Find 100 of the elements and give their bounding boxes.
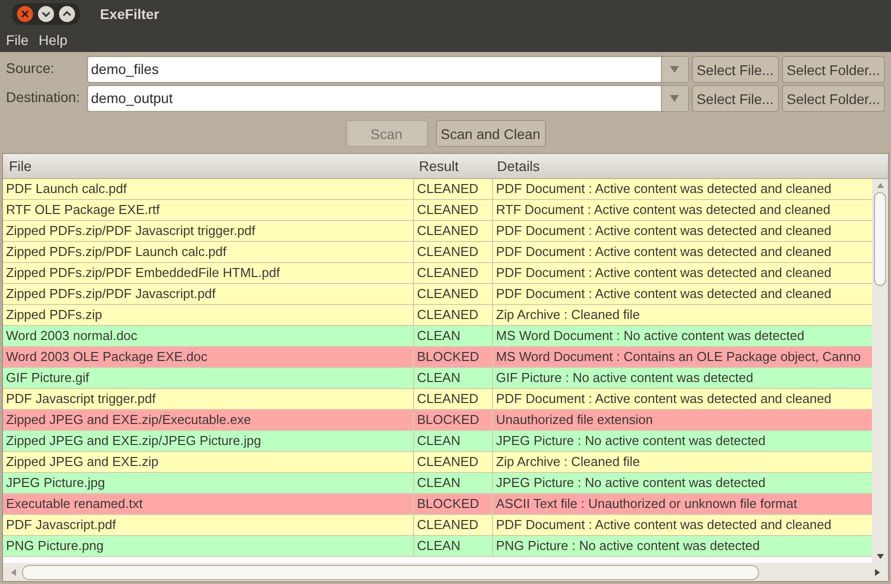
table-cell: Zipped JPEG and EXE.zip/JPEG Picture.jpg bbox=[3, 431, 414, 451]
dropdown-arrow-icon bbox=[670, 95, 680, 102]
table-row[interactable]: JPEG Picture.jpg CLEAN JPEG Picture : No active content was detected bbox=[3, 473, 872, 494]
table-row[interactable]: Zipped PDFs.zip/PDF Launch calc.pdf CLEANED PDF Document : Active content was detected and cleaned bbox=[3, 242, 872, 263]
table-row[interactable]: GIF Picture.gif CLEAN GIF Picture : No active content was detected bbox=[3, 368, 872, 389]
horizontal-scrollbar[interactable] bbox=[3, 563, 888, 581]
menu-item[interactable]: Help bbox=[38, 32, 68, 48]
table-cell-text: JPEG Picture : No active content was detected bbox=[495, 474, 767, 492]
table-cell: CLEAN bbox=[414, 326, 493, 346]
table-cell-text: PDF Document : Active content was detected and cleaned bbox=[495, 264, 832, 282]
table-row[interactable]: Zipped JPEG and EXE.zip CLEANED Zip Archive : Cleaned file bbox=[3, 452, 872, 473]
table-cell: Zipped PDFs.zip/PDF EmbeddedFile HTML.pdf bbox=[3, 263, 414, 283]
table-row[interactable]: Word 2003 OLE Package EXE.doc BLOCKED MS Word Document : Contains an OLE Package object, Canno bbox=[3, 347, 872, 368]
table-cell: Zipped PDFs.zip/PDF Launch calc.pdf bbox=[3, 242, 414, 262]
table-cell-text: Unauthorized file extension bbox=[495, 411, 654, 429]
column-header[interactable]: File bbox=[3, 158, 413, 174]
table-cell-text: PDF Document : Active content was detected and cleaned bbox=[495, 222, 832, 240]
table-cell: Word 2003 OLE Package EXE.doc bbox=[3, 347, 414, 367]
table-cell-text: MS Word Document : Contains an OLE Package object, Canno bbox=[495, 348, 862, 366]
table-row[interactable]: Zipped PDFs.zip/PDF Javascript trigger.pdf CLEANED PDF Document : Active content was detected and cleaned bbox=[3, 221, 872, 242]
table-cell: GIF Picture.gif bbox=[3, 368, 414, 388]
table-cell: Zipped JPEG and EXE.zip bbox=[3, 452, 414, 472]
menu-item[interactable]: File bbox=[6, 32, 29, 48]
table-cell: Zipped PDFs.zip/PDF Javascript trigger.pdf bbox=[3, 221, 414, 241]
table-row[interactable]: Zipped PDFs.zip/PDF EmbeddedFile HTML.pdf CLEANED PDF Document : Active content was detected and cleaned bbox=[3, 263, 872, 284]
minimize-icon[interactable] bbox=[37, 5, 55, 23]
table-cell: PDF Launch calc.pdf bbox=[3, 179, 414, 199]
table-cell: CLEAN bbox=[414, 431, 493, 451]
dropdown-arrow-icon bbox=[670, 66, 680, 73]
table-cell-text: PNG Picture : No active content was detected bbox=[495, 537, 761, 555]
table-cell: PNG Picture.png bbox=[3, 536, 414, 556]
table-cell-text: ASCII Text file : Unauthorized or unknown file format bbox=[495, 495, 798, 513]
table-cell-text: MS Word Document : No active content was detected bbox=[495, 327, 806, 345]
table-cell: CLEANED bbox=[414, 263, 493, 283]
scroll-right-arrow-icon[interactable] bbox=[875, 568, 880, 576]
table-cell: CLEANED bbox=[414, 284, 493, 304]
table-row[interactable]: PDF Javascript.pdf CLEANED PDF Document : Active content was detected and cleaned bbox=[3, 515, 872, 536]
table-cell: BLOCKED bbox=[414, 347, 493, 367]
field-label: Source: bbox=[6, 59, 56, 76]
table-cell: Zipped PDFs.zip bbox=[3, 305, 414, 325]
table-cell-text: PDF Document : Active content was detected and cleaned bbox=[495, 243, 832, 261]
table-cell-text: JPEG Picture : No active content was detected bbox=[495, 432, 767, 450]
table-cell-text: Zip Archive : Cleaned file bbox=[495, 453, 641, 471]
table-row[interactable]: Zipped PDFs.zip CLEANED Zip Archive : Cleaned file bbox=[3, 305, 872, 326]
table-cell: CLEANED bbox=[414, 515, 493, 535]
table-cell-text: Zip Archive : Cleaned file bbox=[495, 306, 641, 324]
action-button[interactable]: Scan and Clean bbox=[436, 120, 546, 147]
vertical-scrollbar[interactable] bbox=[872, 179, 888, 563]
window-title: ExeFilter bbox=[100, 6, 160, 22]
table-row[interactable]: PDF Launch calc.pdf CLEANED PDF Document : Active content was detected and cleaned bbox=[3, 179, 872, 200]
select-button[interactable]: Select File... bbox=[692, 56, 779, 83]
table-cell-text: RTF Document : Active content was detected and cleaned bbox=[495, 201, 832, 219]
table-row[interactable]: Zipped PDFs.zip/PDF Javascript.pdf CLEANED PDF Document : Active content was detected and cleaned bbox=[3, 284, 872, 305]
close-icon[interactable] bbox=[16, 5, 34, 23]
path-combo-box[interactable]: demo_files bbox=[87, 56, 689, 83]
scrollbar-thumb[interactable] bbox=[874, 192, 886, 286]
table-cell: CLEANED bbox=[414, 179, 493, 199]
scroll-down-arrow-icon[interactable] bbox=[876, 554, 884, 559]
table-cell: BLOCKED bbox=[414, 494, 493, 514]
table-row[interactable]: PNG Picture.png CLEAN PNG Picture : No active content was detected bbox=[3, 536, 872, 557]
table-cell: CLEANED bbox=[414, 242, 493, 262]
path-combo-box[interactable]: demo_output bbox=[87, 85, 689, 112]
select-button[interactable]: Select File... bbox=[692, 85, 779, 112]
table-cell: CLEANED bbox=[414, 221, 493, 241]
table-cell: Zipped PDFs.zip/PDF Javascript.pdf bbox=[3, 284, 414, 304]
table-cell: PDF Javascript trigger.pdf bbox=[3, 389, 414, 409]
select-button[interactable]: Select Folder... bbox=[782, 85, 885, 112]
table-cell-text: PDF Document : Active content was detected and cleaned bbox=[495, 180, 832, 198]
column-header[interactable]: Details bbox=[491, 158, 888, 174]
table-cell: CLEANED bbox=[414, 452, 493, 472]
column-header[interactable]: Result bbox=[413, 158, 491, 174]
scroll-left-arrow-icon[interactable] bbox=[11, 568, 16, 576]
field-label: Destination: bbox=[6, 88, 81, 105]
table-cell: CLEANED bbox=[414, 389, 493, 409]
table-row[interactable]: RTF OLE Package EXE.rtf CLEANED RTF Document : Active content was detected and cleaned bbox=[3, 200, 872, 221]
scroll-up-arrow-icon[interactable] bbox=[876, 183, 884, 188]
table-cell: CLEANED bbox=[414, 200, 493, 220]
table-row[interactable]: Zipped JPEG and EXE.zip/Executable.exe BLOCKED Unauthorized file extension bbox=[3, 410, 872, 431]
table-row[interactable]: PDF Javascript trigger.pdf CLEANED PDF Document : Active content was detected and cleaned bbox=[3, 389, 872, 410]
table-cell: BLOCKED bbox=[414, 410, 493, 430]
table-cell-text: PDF Document : Active content was detected and cleaned bbox=[495, 285, 832, 303]
table-cell: CLEAN bbox=[414, 473, 493, 493]
table-cell: PDF Javascript.pdf bbox=[3, 515, 414, 535]
table-cell: Executable renamed.txt bbox=[3, 494, 414, 514]
table-cell: JPEG Picture.jpg bbox=[3, 473, 414, 493]
select-button[interactable]: Select Folder... bbox=[782, 56, 885, 83]
table-row[interactable]: Word 2003 normal.doc CLEAN MS Word Document : No active content was detected bbox=[3, 326, 872, 347]
table-cell: CLEAN bbox=[414, 368, 493, 388]
table-row[interactable]: Zipped JPEG and EXE.zip/JPEG Picture.jpg CLEAN JPEG Picture : No active content was detected bbox=[3, 431, 872, 452]
table-cell: RTF OLE Package EXE.rtf bbox=[3, 200, 414, 220]
scrollbar-thumb[interactable] bbox=[22, 564, 759, 580]
table-row[interactable]: Executable renamed.txt BLOCKED ASCII Text file : Unauthorized or unknown file format bbox=[3, 494, 872, 515]
table-cell-text: PDF Document : Active content was detected and cleaned bbox=[495, 390, 832, 408]
table-cell: Zipped JPEG and EXE.zip/Executable.exe bbox=[3, 410, 414, 430]
table-cell: Word 2003 normal.doc bbox=[3, 326, 414, 346]
table-cell-text: PDF Document : Active content was detected and cleaned bbox=[495, 516, 832, 534]
maximize-icon[interactable] bbox=[58, 5, 76, 23]
table-cell-text: GIF Picture : No active content was detected bbox=[495, 369, 754, 387]
table-cell: CLEANED bbox=[414, 305, 493, 325]
table-cell: CLEAN bbox=[414, 536, 493, 556]
